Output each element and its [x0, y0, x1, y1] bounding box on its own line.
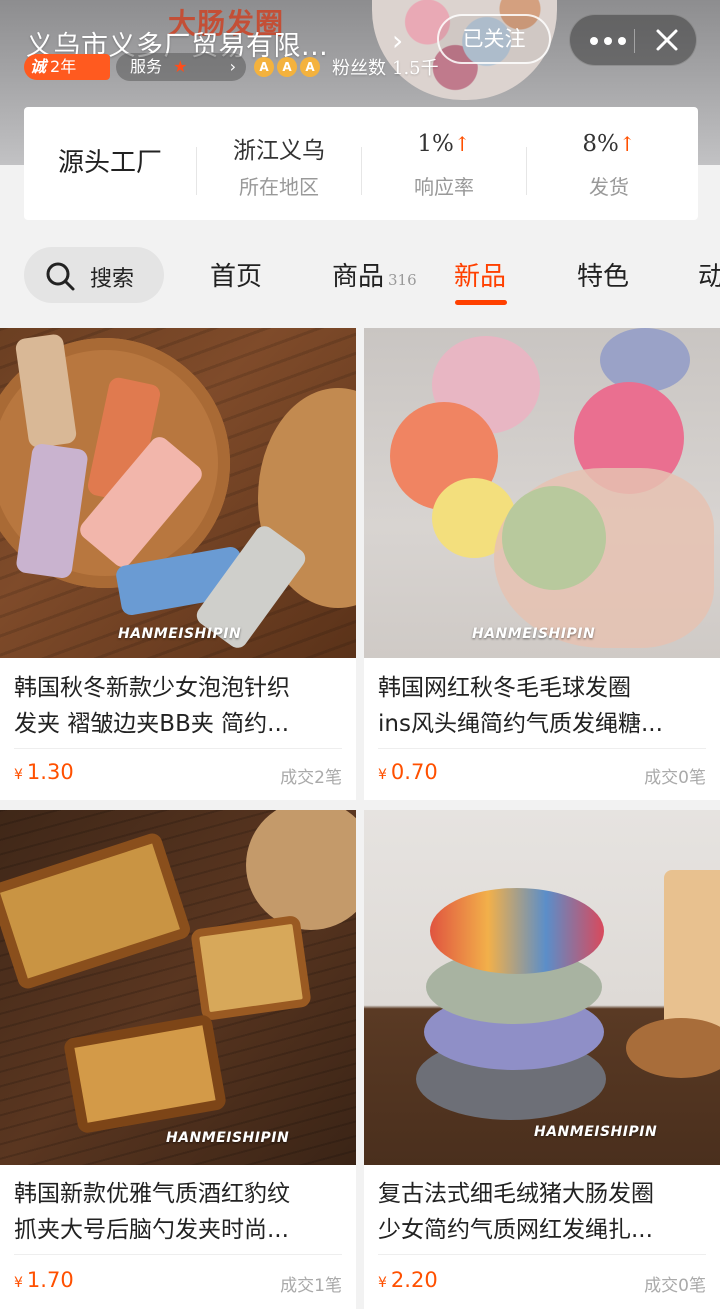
product-title[interactable]: 韩国网红秋冬毛毛球发圈 ins风头绳简约气质发绳糖... — [378, 670, 708, 744]
product-title[interactable]: 复古法式细毛绒猪大肠发圈 少女简约气质网红发绳扎... — [378, 1176, 708, 1250]
integrity-mark: 诚 — [30, 57, 47, 76]
stat-value: 8% — [582, 131, 619, 157]
medal-icon: A — [254, 57, 274, 77]
tab-activity[interactable]: 动 — [698, 256, 720, 293]
search-button[interactable]: 搜索 — [24, 247, 164, 303]
product-price: ¥2.20 — [378, 1268, 438, 1292]
divider — [378, 748, 706, 749]
product-card[interactable]: HANMEISHIPIN 韩国网红秋冬毛毛球发圈 ins风头绳简约气质发绳糖..… — [364, 328, 720, 800]
search-icon — [46, 262, 75, 291]
stat-label: 发货 — [589, 175, 629, 199]
integrity-years: 2年 — [50, 57, 77, 76]
product-image[interactable]: HANMEISHIPIN — [0, 328, 356, 658]
image-watermark: HANMEISHIPIN — [472, 626, 596, 642]
arrow-up-icon: ↑ — [618, 132, 636, 156]
integrity-badge: 诚 2年 — [24, 54, 110, 80]
service-rating-pill[interactable]: 服务 ★ › — [116, 53, 246, 81]
product-image[interactable]: HANMEISHIPIN — [364, 810, 720, 1165]
shop-nav-tabs: 搜索 首页 商品 316 新品 特色 动 — [0, 228, 720, 318]
medal-icon: A — [277, 57, 297, 77]
factory-type: 源头工厂 — [57, 148, 162, 178]
product-card[interactable]: HANMEISHIPIN 复古法式细毛绒猪大肠发圈 少女简约气质网红发绳扎...… — [364, 810, 720, 1309]
chevron-right-small-icon: › — [229, 57, 236, 76]
fans-label: 粉丝数 — [332, 58, 386, 79]
product-title[interactable]: 韩国新款优雅气质酒红豹纹 抓夹大号后脑勺发夹时尚... — [14, 1176, 344, 1250]
stat-value: 浙江义乌 — [233, 138, 325, 164]
tab-new-arrivals[interactable]: 新品 — [454, 256, 506, 293]
image-watermark: HANMEISHIPIN — [118, 626, 242, 642]
product-price: ¥1.70 — [14, 1268, 74, 1292]
sales-count: 成交0笔 — [644, 768, 706, 788]
product-image[interactable]: HANMEISHIPIN — [0, 810, 356, 1165]
follow-button[interactable]: 已关注 — [437, 14, 551, 64]
product-title[interactable]: 韩国秋冬新款少女泡泡针织 发夹 褶皱边夹BB夹 简约... — [14, 670, 344, 744]
fans-count: 粉丝数 1.5千 — [332, 54, 439, 80]
sales-count: 成交0笔 — [644, 1276, 706, 1296]
tab-featured[interactable]: 特色 — [577, 256, 629, 293]
close-icon[interactable] — [652, 23, 682, 57]
image-watermark: HANMEISHIPIN — [166, 1130, 290, 1146]
divider — [378, 1254, 706, 1255]
stat-label: 响应率 — [414, 175, 474, 199]
sales-count: 成交2笔 — [280, 768, 342, 788]
stat-response-rate: 1%↑ 响应率 — [362, 107, 526, 220]
more-icon[interactable] — [586, 25, 630, 55]
arrow-up-icon: ↑ — [453, 132, 471, 156]
product-count: 316 — [388, 271, 417, 289]
divider — [14, 748, 342, 749]
seller-medals: AAA — [254, 56, 323, 78]
service-label: 服务 — [130, 57, 163, 76]
chevron-right-icon[interactable]: › — [392, 26, 403, 56]
miniprogram-capsule — [569, 14, 697, 66]
stat-label: 所在地区 — [239, 175, 319, 199]
star-icon: ★ — [173, 57, 188, 76]
tab-home[interactable]: 首页 — [210, 256, 262, 293]
stat-value: 1% — [417, 131, 454, 157]
product-card[interactable]: HANMEISHIPIN 韩国新款优雅气质酒红豹纹 抓夹大号后脑勺发夹时尚...… — [0, 810, 356, 1309]
tab-products[interactable]: 商品 316 — [332, 256, 417, 293]
stat-location: 浙江义乌 所在地区 — [197, 107, 361, 220]
active-tab-indicator — [455, 300, 507, 305]
medal-icon: A — [300, 57, 320, 77]
shop-info-card: 源头工厂 浙江义乌 所在地区 1%↑ 响应率 8%↑ 发货 — [24, 107, 698, 220]
search-label: 搜索 — [90, 267, 135, 292]
fans-value: 1.5千 — [392, 58, 439, 79]
product-price: ¥0.70 — [378, 760, 438, 784]
product-price: ¥1.30 — [14, 760, 74, 784]
capsule-divider — [634, 29, 635, 53]
product-card[interactable]: HANMEISHIPIN 韩国秋冬新款少女泡泡针织 发夹 褶皱边夹BB夹 简约.… — [0, 328, 356, 800]
divider — [14, 1254, 342, 1255]
stat-shipping: 8%↑ 发货 — [527, 107, 691, 220]
image-watermark: HANMEISHIPIN — [534, 1124, 658, 1140]
product-image[interactable]: HANMEISHIPIN — [364, 328, 720, 658]
sales-count: 成交1笔 — [280, 1276, 342, 1296]
